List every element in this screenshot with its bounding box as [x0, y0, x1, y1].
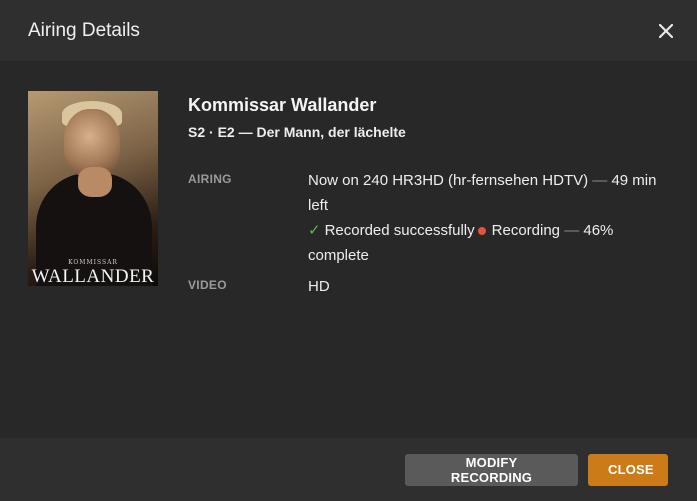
dialog-title: Airing Details	[28, 19, 140, 41]
poster-wallander-text: WALLANDER	[31, 266, 155, 286]
recorded-status: Recorded successfully	[324, 222, 475, 239]
airing-label: AIRING	[188, 172, 232, 186]
airing-info: Kommissar Wallander S2 · E2 — Der Mann, …	[188, 91, 669, 438]
show-title: Kommissar Wallander	[188, 95, 377, 115]
video-label: VIDEO	[188, 278, 227, 292]
airing-now: Now on 240 HR3HD (hr-fernsehen HDTV)	[308, 172, 589, 189]
modify-recording-button[interactable]: MODIFY RECORDING	[405, 453, 578, 486]
recording-dot-icon	[477, 226, 486, 235]
dialog-footer: MODIFY RECORDING CLOSE	[0, 438, 697, 501]
recording-dash: —	[564, 222, 580, 239]
checkmark-icon: ✓	[308, 222, 321, 239]
recording-status: Recording	[491, 222, 561, 239]
video-row: VIDEO HD	[188, 274, 669, 299]
poster-figure-hand	[78, 167, 112, 197]
episode-title: S2 · E2 — Der Mann, der lächelte	[188, 124, 406, 140]
airing-row: AIRING Now on 240 HR3HD (hr-fernsehen HD…	[188, 168, 669, 268]
poster-kommissar-text: KOMMISSAR	[68, 259, 118, 266]
airing-dash: —	[592, 172, 608, 189]
close-icon[interactable]	[655, 20, 677, 42]
dialog-header: Airing Details	[0, 0, 697, 62]
airing-value: Now on 240 HR3HD (hr-fernsehen HDTV) — 4…	[308, 168, 669, 268]
video-value: HD	[308, 278, 330, 295]
show-poster: KOMMISSAR WALLANDER	[28, 91, 158, 286]
airing-details-dialog: Airing Details KOMMISSAR WALLANDER Kommi…	[0, 0, 697, 501]
close-button[interactable]: CLOSE	[588, 453, 668, 486]
dialog-body: KOMMISSAR WALLANDER Kommissar Wallander …	[0, 62, 697, 438]
